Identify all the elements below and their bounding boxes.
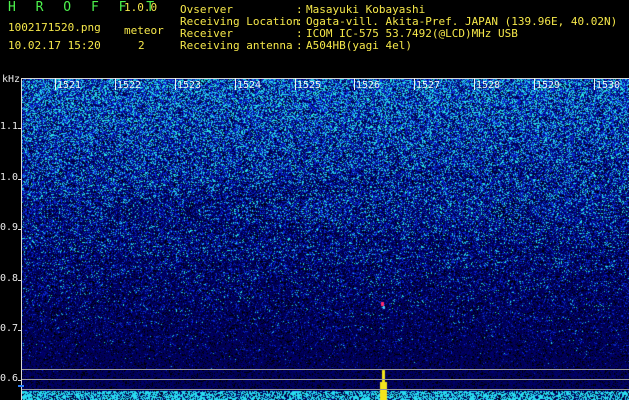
x-tick-mark	[534, 78, 535, 90]
y-tick-label: 0.9	[0, 222, 19, 233]
meteor-label: meteor	[124, 24, 164, 37]
x-tick-mark	[474, 78, 475, 90]
antenna-label: Receiving antenna	[180, 39, 293, 52]
app-version: 1.0.0	[124, 1, 158, 14]
y-tick-mark	[18, 280, 22, 281]
x-tick-label: 1524	[237, 80, 262, 91]
x-tick-label: 1530	[596, 80, 621, 91]
spectrogram-panel	[0, 78, 629, 400]
y-tick-label: 1.1	[0, 121, 19, 132]
y-tick-mark	[18, 380, 22, 381]
spectrogram-canvas	[22, 78, 629, 400]
x-tick-mark	[354, 78, 355, 90]
x-tick-label: 1522	[117, 80, 142, 91]
x-tick-label: 1521	[57, 80, 82, 91]
x-tick-mark	[594, 78, 595, 90]
x-tick-label: 1527	[416, 80, 441, 91]
x-tick-label: 1526	[356, 80, 381, 91]
x-tick-label: 1528	[476, 80, 501, 91]
y-tick-mark	[18, 179, 22, 180]
y-tick-label: 0.8	[0, 273, 19, 284]
left-marker	[18, 385, 24, 387]
y-tick-label: 1.0	[0, 172, 19, 183]
y-tick-mark	[18, 330, 22, 331]
x-tick-mark	[115, 78, 116, 90]
axis-unit-label: kHz	[2, 74, 21, 85]
x-tick-mark	[235, 78, 236, 90]
x-axis-line	[22, 78, 629, 79]
y-tick-mark	[18, 229, 22, 230]
y-tick-mark	[18, 128, 22, 129]
reference-line-1	[22, 369, 629, 370]
reference-line-2	[22, 379, 629, 380]
x-tick-mark	[175, 78, 176, 90]
y-tick-label: 0.7	[0, 323, 19, 334]
y-tick-label: 0.6	[0, 373, 19, 384]
antenna-colon: :	[296, 39, 303, 52]
x-tick-label: 1529	[536, 80, 561, 91]
x-tick-mark	[414, 78, 415, 90]
y-axis-line	[21, 78, 22, 400]
antenna-value: A504HB(yagi 4el)	[306, 39, 412, 52]
meteor-count: 2	[138, 39, 145, 52]
x-tick-label: 1525	[297, 80, 322, 91]
timestamp: 10.02.17 15:20	[8, 39, 101, 52]
reference-line-3	[22, 389, 629, 390]
x-tick-label: 1523	[177, 80, 202, 91]
file-name: 1002171520.png	[8, 21, 101, 34]
x-tick-mark	[295, 78, 296, 90]
x-tick-mark	[55, 78, 56, 90]
